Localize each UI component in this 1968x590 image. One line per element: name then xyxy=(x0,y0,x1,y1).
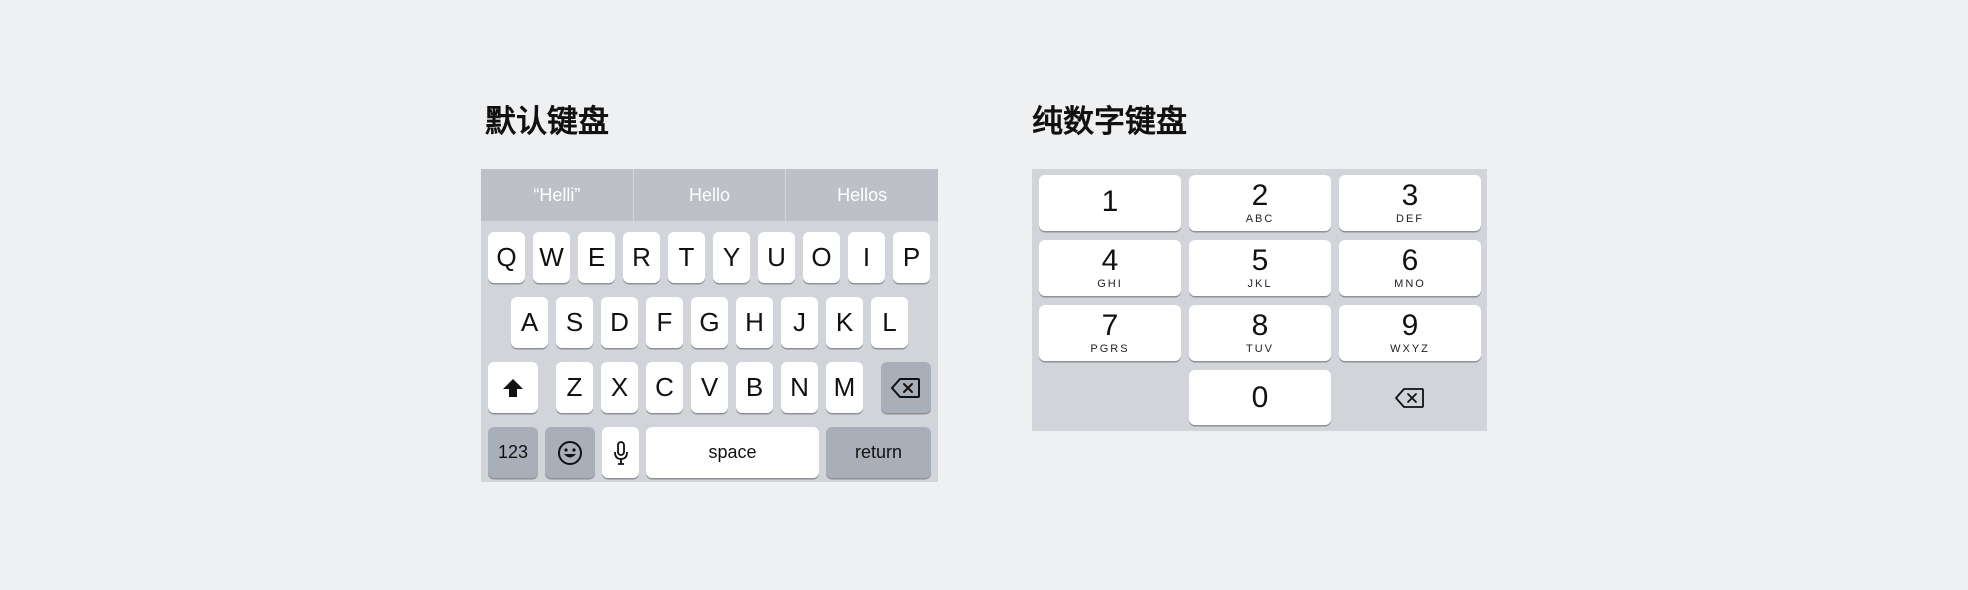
suggestion-item[interactable]: Hello xyxy=(632,169,786,221)
suggestion-item[interactable]: “Helli” xyxy=(481,169,633,221)
backspace-icon xyxy=(1395,387,1424,408)
backspace-key[interactable] xyxy=(881,362,931,413)
digit-key-3[interactable]: 3 DEF xyxy=(1339,175,1481,231)
key-c[interactable]: C xyxy=(646,362,683,413)
digit-key-6[interactable]: 6 MNO xyxy=(1339,240,1481,296)
numeric-keyboard: 1 2 ABC 3 DEF 4 GHI 5 JKL 6 MNO 7 PGRS 8… xyxy=(1032,169,1487,431)
digit-letters: WXYZ xyxy=(1390,343,1430,355)
dictation-key[interactable] xyxy=(602,427,639,478)
digit-label: 5 xyxy=(1251,244,1269,277)
digit-key-2[interactable]: 2 ABC xyxy=(1189,175,1331,231)
key-e[interactable]: E xyxy=(578,232,615,283)
key-l[interactable]: L xyxy=(871,297,908,348)
microphone-icon xyxy=(613,440,628,465)
digit-letters: TUV xyxy=(1246,343,1274,355)
digit-label: 7 xyxy=(1101,309,1119,342)
numbers-key[interactable]: 123 xyxy=(488,427,538,478)
digit-letters: MNO xyxy=(1394,278,1426,290)
digit-label: 0 xyxy=(1251,380,1269,414)
digit-key-8[interactable]: 8 TUV xyxy=(1189,305,1331,361)
key-g[interactable]: G xyxy=(691,297,728,348)
digit-letters: DEF xyxy=(1396,213,1424,225)
digit-label: 9 xyxy=(1401,309,1419,342)
key-j[interactable]: J xyxy=(781,297,818,348)
backspace-icon xyxy=(891,377,920,398)
digit-key-4[interactable]: 4 GHI xyxy=(1039,240,1181,296)
digit-label: 2 xyxy=(1251,179,1269,212)
key-r[interactable]: R xyxy=(623,232,660,283)
emoji-icon xyxy=(558,440,582,465)
digit-label: 4 xyxy=(1101,244,1119,277)
key-s[interactable]: S xyxy=(556,297,593,348)
digit-label: 6 xyxy=(1401,244,1419,277)
digit-key-0[interactable]: 0 xyxy=(1189,370,1331,425)
digit-letters: JKL xyxy=(1247,278,1273,290)
default-keyboard-title: 默认键盘 xyxy=(485,104,609,140)
key-h[interactable]: H xyxy=(736,297,773,348)
digit-letters: PGRS xyxy=(1090,343,1130,355)
suggestion-bar: “Helli” Hello Hellos xyxy=(481,169,938,221)
key-x[interactable]: X xyxy=(601,362,638,413)
digit-letters: GHI xyxy=(1097,278,1123,290)
digit-label: 8 xyxy=(1251,309,1269,342)
numeric-keyboard-title: 纯数字键盘 xyxy=(1032,104,1187,140)
key-d[interactable]: D xyxy=(601,297,638,348)
digit-label: 3 xyxy=(1401,179,1419,212)
key-a[interactable]: A xyxy=(511,297,548,348)
key-q[interactable]: Q xyxy=(488,232,525,283)
key-k[interactable]: K xyxy=(826,297,863,348)
key-t[interactable]: T xyxy=(668,232,705,283)
key-p[interactable]: P xyxy=(893,232,930,283)
digit-key-5[interactable]: 5 JKL xyxy=(1189,240,1331,296)
key-u[interactable]: U xyxy=(758,232,795,283)
digit-label: 1 xyxy=(1101,185,1119,218)
backspace-key[interactable] xyxy=(1339,370,1481,425)
key-i[interactable]: I xyxy=(848,232,885,283)
shift-icon xyxy=(503,378,523,397)
key-f[interactable]: F xyxy=(646,297,683,348)
key-y[interactable]: Y xyxy=(713,232,750,283)
return-key[interactable]: return xyxy=(826,427,931,478)
shift-key[interactable] xyxy=(488,362,538,413)
return-key-label: return xyxy=(854,442,903,462)
digit-key-9[interactable]: 9 WXYZ xyxy=(1339,305,1481,361)
numbers-key-label: 123 xyxy=(497,442,529,462)
space-key[interactable]: space xyxy=(646,427,819,478)
digit-key-1[interactable]: 1 xyxy=(1039,175,1181,231)
digit-key-7[interactable]: 7 PGRS xyxy=(1039,305,1181,361)
key-n[interactable]: N xyxy=(781,362,818,413)
emoji-key[interactable] xyxy=(545,427,595,478)
key-b[interactable]: B xyxy=(736,362,773,413)
suggestion-item[interactable]: Hellos xyxy=(785,169,938,221)
key-v[interactable]: V xyxy=(691,362,728,413)
key-w[interactable]: W xyxy=(533,232,570,283)
key-o[interactable]: O xyxy=(803,232,840,283)
key-m[interactable]: M xyxy=(826,362,863,413)
key-z[interactable]: Z xyxy=(556,362,593,413)
default-keyboard: “Helli” Hello Hellos Q W E R T Y U O I P… xyxy=(481,169,938,482)
digit-letters: ABC xyxy=(1245,213,1275,225)
space-key-label: space xyxy=(708,442,757,462)
